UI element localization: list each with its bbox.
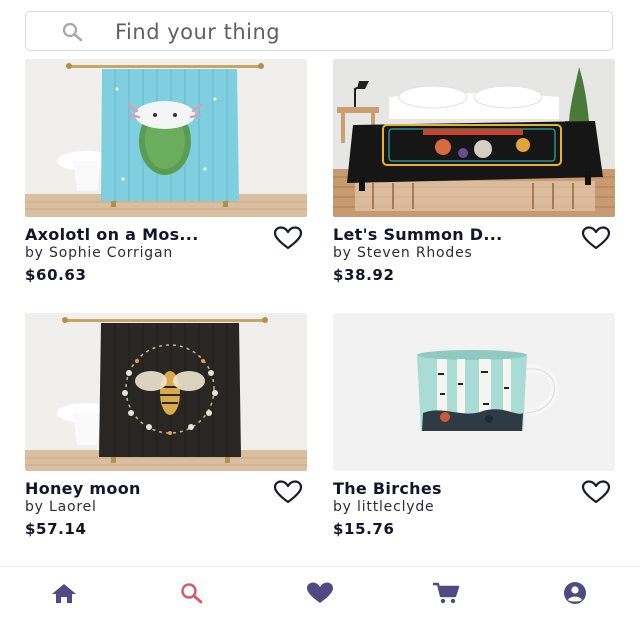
- heart-icon[interactable]: [581, 480, 611, 504]
- heart-icon[interactable]: [305, 581, 335, 605]
- product-price: $15.76: [333, 520, 395, 538]
- account-icon[interactable]: [560, 581, 590, 605]
- product-artist[interactable]: by Sophie Corrigan: [25, 245, 173, 261]
- product-artist[interactable]: by Laorel: [25, 499, 97, 515]
- home-icon[interactable]: [49, 581, 79, 605]
- search-input[interactable]: Find your thing: [25, 11, 613, 51]
- search-icon: [62, 22, 83, 42]
- product-price: $57.14: [25, 520, 87, 538]
- product-price: $38.92: [333, 266, 395, 284]
- product-title[interactable]: The Birches: [333, 479, 442, 498]
- product-artist[interactable]: by littleclyde: [333, 499, 434, 515]
- product-price: $60.63: [25, 266, 87, 284]
- product-image[interactable]: [25, 313, 307, 471]
- heart-icon[interactable]: [273, 480, 303, 504]
- product-image[interactable]: [333, 59, 615, 217]
- search-placeholder: Find your thing: [115, 20, 281, 44]
- search-icon[interactable]: [177, 581, 207, 605]
- product-image[interactable]: [25, 59, 307, 217]
- product-title[interactable]: Axolotl on a Mos...: [25, 225, 199, 244]
- product-artist[interactable]: by Steven Rhodes: [333, 245, 473, 261]
- product-title[interactable]: Honey moon: [25, 479, 141, 498]
- cart-icon[interactable]: [431, 581, 461, 605]
- heart-icon[interactable]: [273, 226, 303, 250]
- bottom-nav: [0, 566, 640, 617]
- product-image[interactable]: [333, 313, 615, 471]
- heart-icon[interactable]: [581, 226, 611, 250]
- product-title[interactable]: Let's Summon D...: [333, 225, 503, 244]
